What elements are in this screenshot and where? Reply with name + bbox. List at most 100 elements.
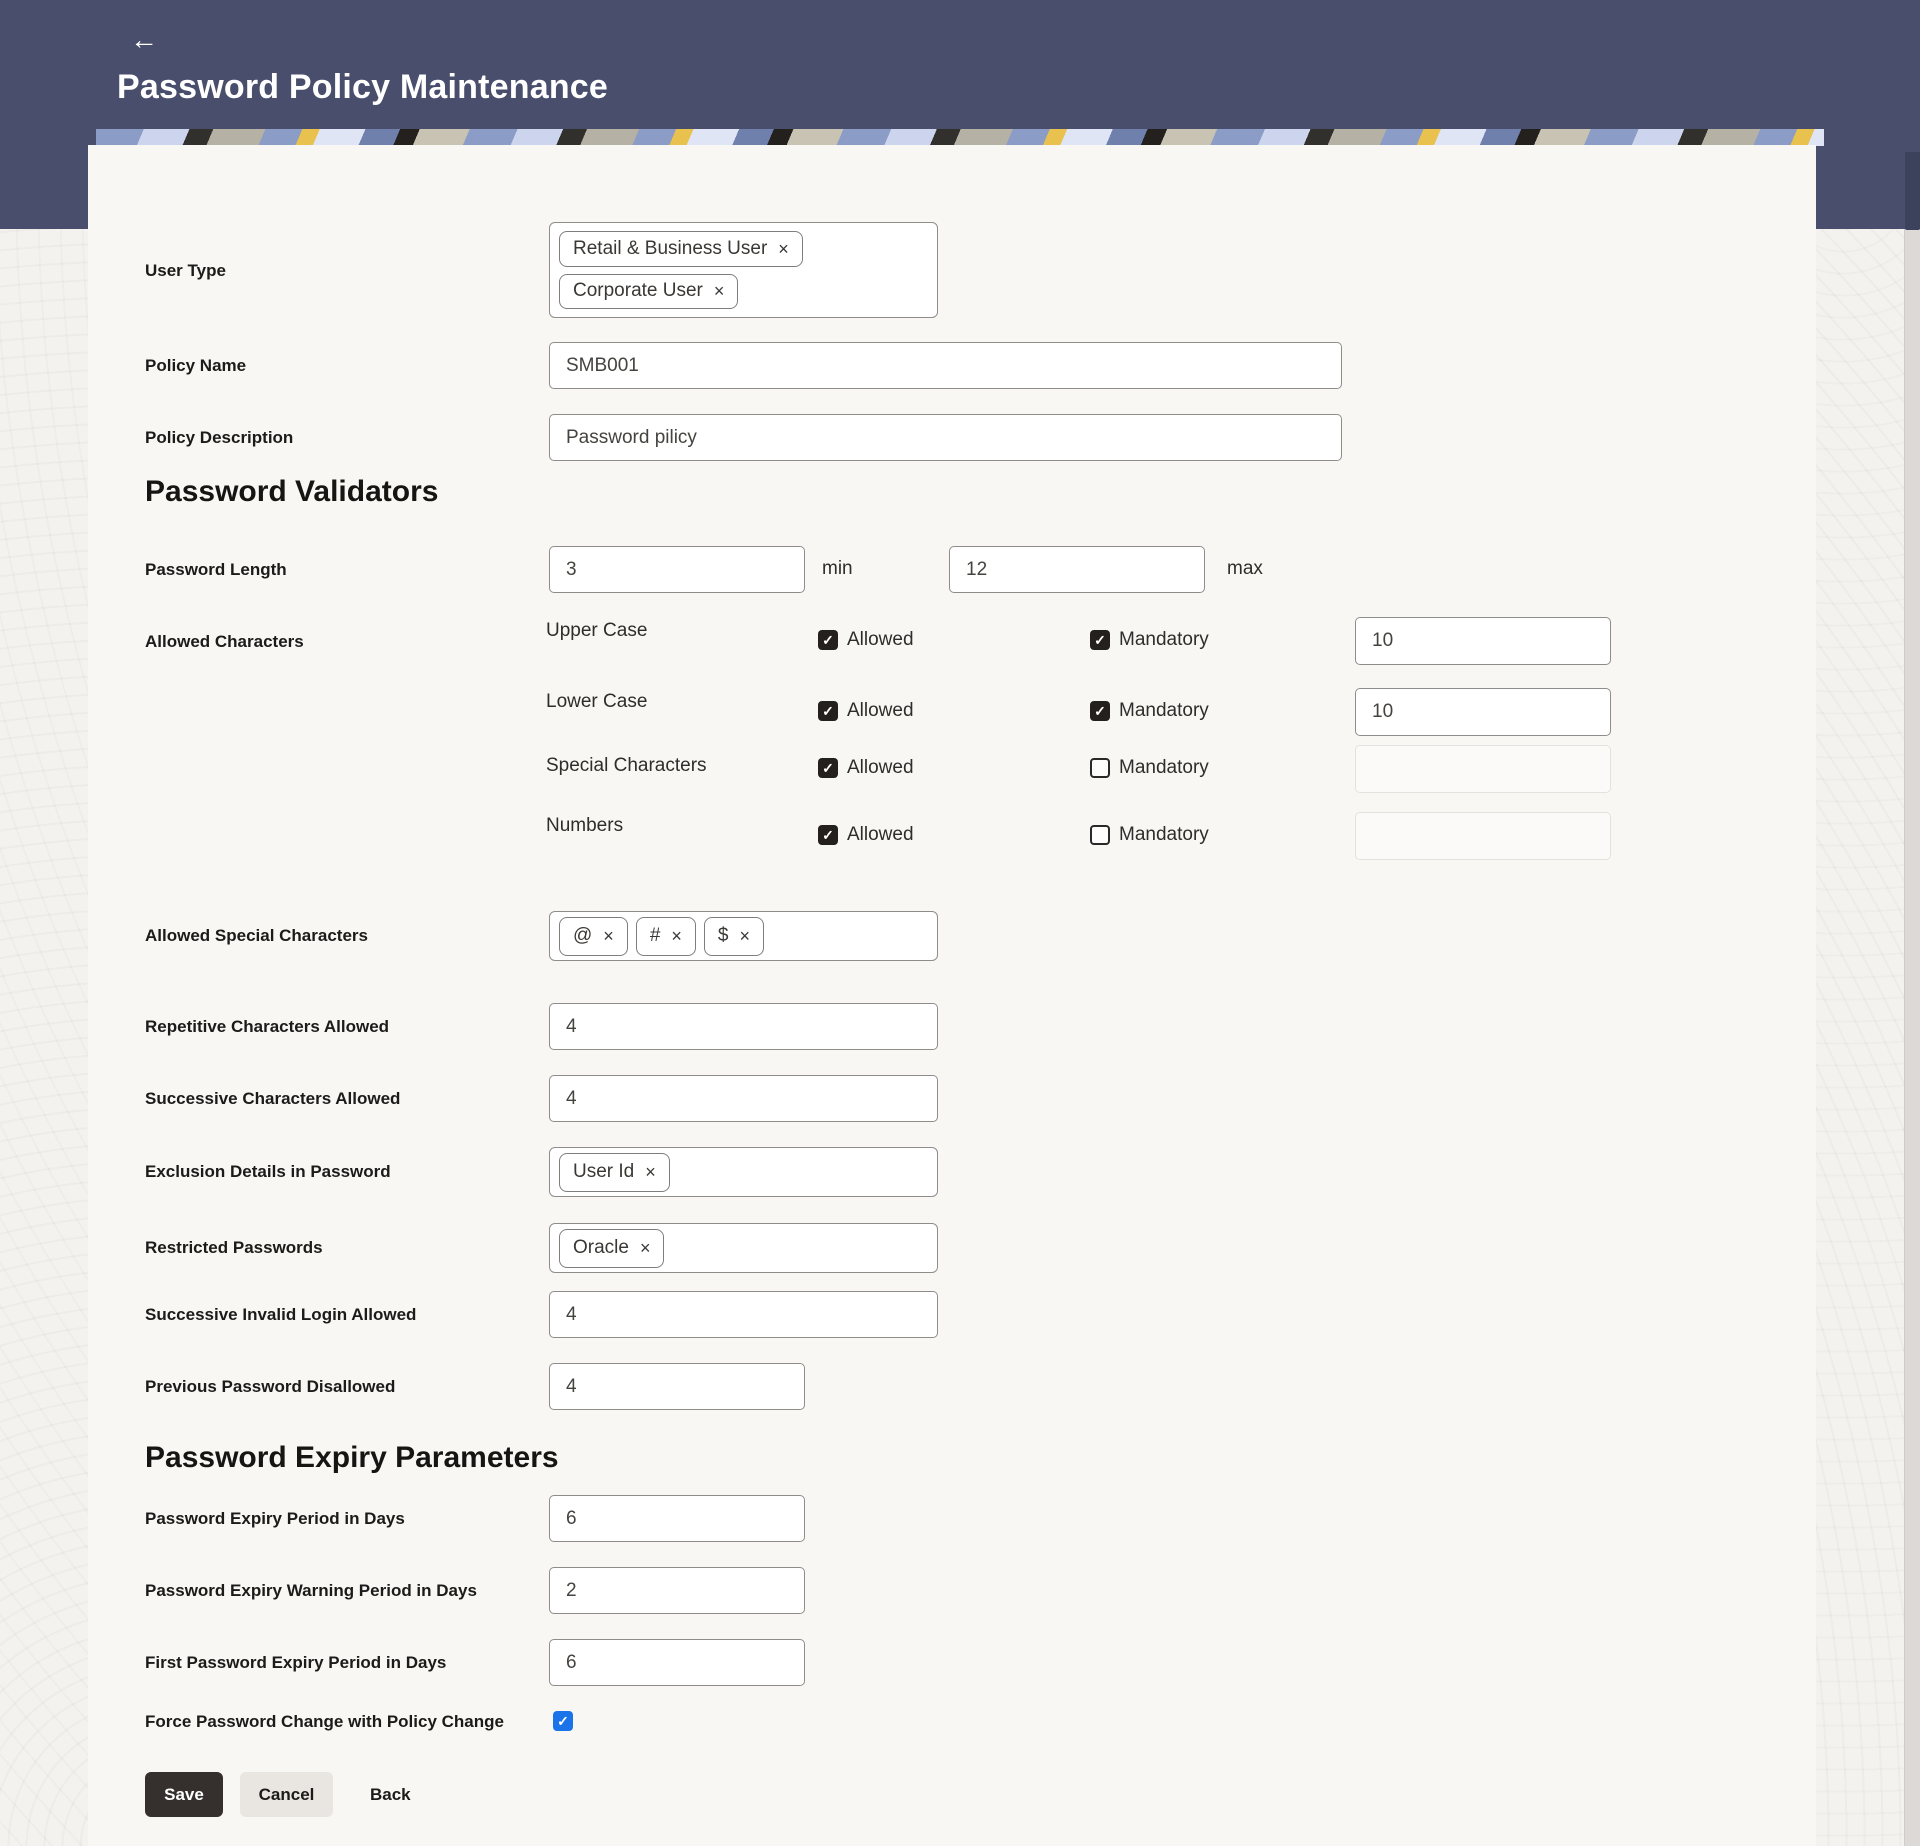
exclusion-tag: User Id × [559,1153,670,1192]
expiry-period-label: Password Expiry Period in Days [145,1509,405,1529]
repetitive-characters-label: Repetitive Characters Allowed [145,1017,389,1037]
special-char-tag: @ × [559,917,628,956]
mandatory-checkbox[interactable]: ✓ [1090,825,1110,845]
back-arrow-icon[interactable]: ← [130,26,158,54]
scrollbar-track[interactable] [1904,229,1920,1846]
char-count-input[interactable] [1355,688,1611,736]
user-type-tag-input[interactable]: Retail & Business User × Corporate User … [549,222,938,318]
back-button[interactable]: Back [370,1785,411,1805]
check-icon: ✓ [822,761,834,775]
allowed-characters-row-numbers: Numbers ✓ Allowed ✓ Mandatory [546,812,1616,860]
first-expiry-period-label: First Password Expiry Period in Days [145,1653,446,1673]
char-type-label: Lower Case [546,691,647,713]
tag-label: User Id [573,1161,634,1183]
allowed-checkbox-label: Allowed [847,824,914,846]
page: ← Password Policy Maintenance User Type … [0,0,1920,1846]
force-password-change-label: Force Password Change with Policy Change [145,1712,504,1732]
password-expiry-heading: Password Expiry Parameters [145,1441,559,1475]
mandatory-checkbox-label: Mandatory [1119,700,1209,722]
expiry-period-input[interactable] [549,1495,805,1542]
tag-label: Retail & Business User [573,238,767,260]
allowed-checkbox-label: Allowed [847,700,914,722]
tag-label: # [650,925,661,947]
char-type-label: Upper Case [546,620,647,642]
remove-tag-icon[interactable]: × [645,1163,656,1181]
allowed-characters-row-upper-case: Upper Case ✓ Allowed ✓ Mandatory [546,617,1616,665]
password-length-max-input[interactable] [949,546,1205,593]
remove-tag-icon[interactable]: × [640,1239,651,1257]
mandatory-checkbox-label: Mandatory [1119,629,1209,651]
char-count-input[interactable] [1355,617,1611,665]
remove-tag-icon[interactable]: × [739,927,750,945]
tag-label: $ [718,925,729,947]
password-length-min-input[interactable] [549,546,805,593]
user-type-label: User Type [145,261,226,281]
allowed-checkbox[interactable]: ✓ [818,701,838,721]
check-icon: ✓ [1094,633,1106,647]
mandatory-checkbox[interactable]: ✓ [1090,701,1110,721]
remove-tag-icon[interactable]: × [603,927,614,945]
policy-description-input[interactable] [549,414,1342,461]
tag-label: Oracle [573,1237,629,1259]
previous-password-disallowed-input[interactable] [549,1363,805,1410]
first-expiry-period-input[interactable] [549,1639,805,1686]
mandatory-checkbox-label: Mandatory [1119,824,1209,846]
policy-description-label: Policy Description [145,428,293,448]
repetitive-characters-input[interactable] [549,1003,938,1050]
remove-tag-icon[interactable]: × [714,282,725,300]
char-count-input[interactable] [1355,812,1611,860]
policy-name-label: Policy Name [145,356,246,376]
check-icon: ✓ [822,704,834,718]
check-icon: ✓ [557,1714,569,1728]
mandatory-checkbox[interactable]: ✓ [1090,758,1110,778]
restricted-passwords-label: Restricted Passwords [145,1238,323,1258]
char-count-input[interactable] [1355,745,1611,793]
scrollbar-thumb[interactable] [1905,152,1920,230]
allowed-special-characters-label: Allowed Special Characters [145,926,368,946]
allowed-checkbox-label: Allowed [847,757,914,779]
policy-name-input[interactable] [549,342,1342,389]
previous-password-disallowed-label: Previous Password Disallowed [145,1377,395,1397]
password-validators-heading: Password Validators [145,475,438,509]
char-type-label: Numbers [546,815,623,837]
check-icon: ✓ [822,828,834,842]
restricted-password-tag: Oracle × [559,1229,664,1268]
mandatory-checkbox[interactable]: ✓ [1090,630,1110,650]
tag-label: @ [573,925,592,947]
special-characters-tag-input[interactable]: @ × # × $ × [549,911,938,961]
successive-characters-input[interactable] [549,1075,938,1122]
allowed-checkbox[interactable]: ✓ [818,630,838,650]
force-password-change-checkbox[interactable]: ✓ [553,1711,573,1731]
allowed-checkbox-label: Allowed [847,629,914,651]
check-icon: ✓ [822,633,834,647]
char-type-label: Special Characters [546,755,707,777]
warning-period-input[interactable] [549,1567,805,1614]
user-type-tag: Corporate User × [559,274,738,310]
min-label: min [822,558,853,580]
page-title: Password Policy Maintenance [117,68,608,107]
allowed-checkbox[interactable]: ✓ [818,825,838,845]
successive-characters-label: Successive Characters Allowed [145,1089,400,1109]
save-button[interactable]: Save [145,1772,223,1817]
max-label: max [1227,558,1263,580]
exclusion-details-label: Exclusion Details in Password [145,1162,391,1182]
allowed-characters-row-special: Special Characters ✓ Allowed ✓ Mandatory [546,745,1616,793]
allowed-characters-label: Allowed Characters [145,632,304,652]
remove-tag-icon[interactable]: × [671,927,682,945]
user-type-tag: Retail & Business User × [559,231,803,267]
cancel-button[interactable]: Cancel [240,1772,333,1817]
successive-invalid-login-label: Successive Invalid Login Allowed [145,1305,416,1325]
check-icon: ✓ [1094,704,1106,718]
decorative-banner [96,129,1824,146]
special-char-tag: # × [636,917,696,956]
mandatory-checkbox-label: Mandatory [1119,757,1209,779]
password-length-label: Password Length [145,560,287,580]
allowed-characters-row-lower-case: Lower Case ✓ Allowed ✓ Mandatory [546,688,1616,736]
exclusion-details-tag-input[interactable]: User Id × [549,1147,938,1197]
successive-invalid-login-input[interactable] [549,1291,938,1338]
allowed-checkbox[interactable]: ✓ [818,758,838,778]
warning-period-label: Password Expiry Warning Period in Days [145,1581,477,1601]
special-char-tag: $ × [704,917,764,956]
restricted-passwords-tag-input[interactable]: Oracle × [549,1223,938,1273]
remove-tag-icon[interactable]: × [778,240,789,258]
